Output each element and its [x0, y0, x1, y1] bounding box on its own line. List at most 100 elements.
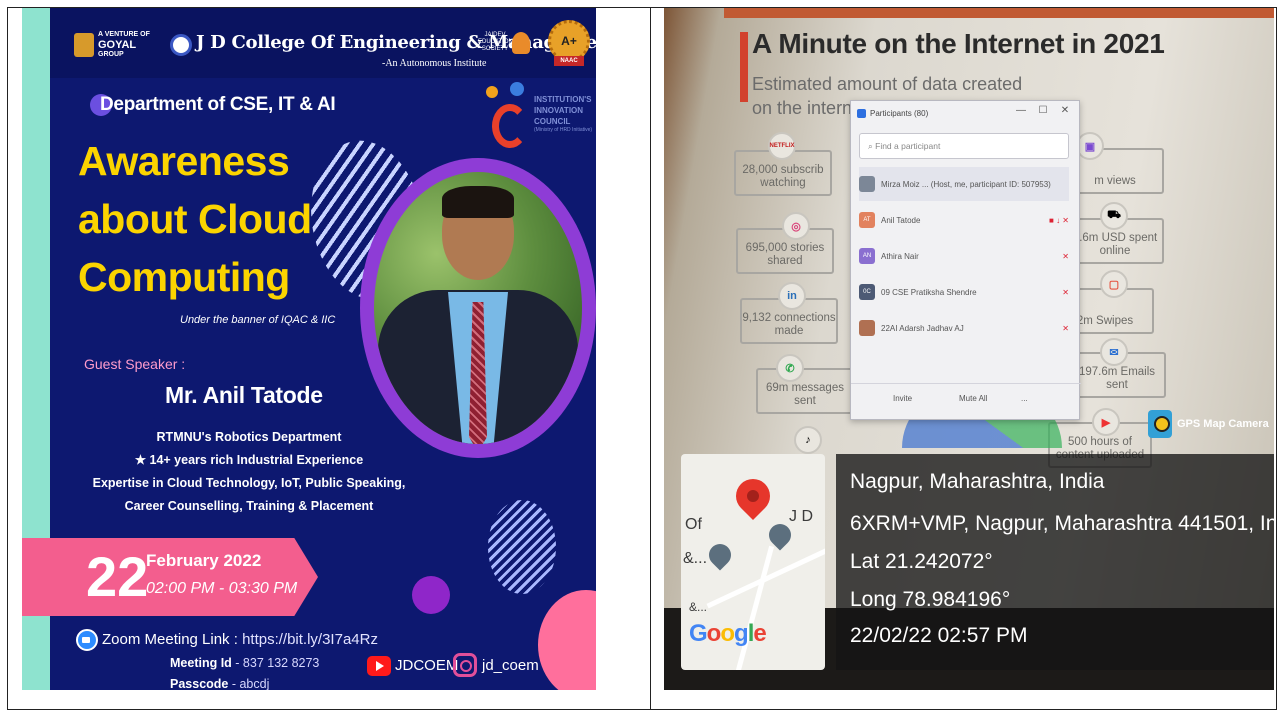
group-venture: A VENTURE OF [98, 31, 150, 38]
iic-logo-icon [484, 82, 530, 152]
meeting-id-label: Meeting Id [170, 656, 232, 670]
messenger-icon: ✆ [776, 354, 804, 382]
guest-speaker-label: Guest Speaker : [84, 356, 186, 372]
geotagged-screen-photo: A Minute on the Internet in 2021 Estimat… [664, 8, 1274, 690]
participant-status: ✕ [1062, 287, 1069, 297]
participant-name: 22AI Adarsh Jadhav AJ [881, 323, 964, 333]
gps-camera-icon [1148, 410, 1172, 438]
naac-badge: A+ NAAC [548, 20, 590, 72]
event-title: Awareness about Cloud Computing [78, 138, 312, 300]
stat-text: 1.6m USD spent online [1072, 232, 1158, 257]
goyal-group-logo: A VENTURE OF GOYAL GROUP [74, 28, 164, 62]
window-title: Participants (80) [870, 108, 929, 118]
info-line: ★ 14+ years rich Industrial Experience [134, 453, 364, 467]
slide-subtitle: Estimated amount of data created [752, 74, 1023, 94]
participant-row[interactable]: AT Anil Tatode ■ ↓ ✕ [859, 203, 1069, 237]
close-icon[interactable]: ✕ [1057, 105, 1073, 116]
map-label: J D [789, 508, 813, 525]
map-label: Of [685, 516, 702, 533]
participant-row[interactable]: 0C 09 CSE Pratiksha Shendre ✕ [859, 275, 1069, 309]
stat-text: 2m Swipes [1076, 315, 1134, 327]
participant-name: Anil Tatode [881, 215, 921, 225]
striped-circle-small-decoration [488, 500, 556, 594]
instagram-handle: jd_coem [482, 657, 539, 674]
info-line: Expertise in Cloud Technology, IoT, Publ… [92, 476, 406, 490]
maximize-icon[interactable]: ☐ [1035, 105, 1051, 116]
society-name: JAIDEV EDUCATION SOCIETY [478, 32, 513, 52]
slide-accent-bar [740, 32, 748, 102]
participant-row[interactable]: 22AI Adarsh Jadhav AJ ✕ [859, 311, 1069, 345]
instagram-icon [453, 653, 477, 677]
participant-name: Mirza Moiz ... (Host, me, participant ID… [881, 179, 1051, 189]
location-map: Of &... &... J D Google [681, 454, 825, 670]
passcode-value: - abcdj [228, 677, 270, 690]
youtube-icon [367, 656, 391, 676]
participant-status: ✕ [1062, 251, 1069, 261]
cell-divider [650, 7, 651, 710]
avatar: AN [859, 248, 875, 264]
more-button[interactable]: ... [1021, 394, 1028, 403]
speaker-info: RTMNU's Robotics Department ★ 14+ years … [84, 426, 414, 518]
tinder-icon: ▢ [1100, 270, 1128, 298]
department-label: Department of CSE, IT & AI [100, 94, 336, 115]
mute-all-button[interactable]: Mute All [959, 394, 987, 403]
map-label: &... [689, 600, 708, 614]
avatar [859, 176, 875, 192]
participant-name: Athira Nair [881, 251, 919, 261]
group-name: GOYAL [98, 39, 137, 51]
mail-icon: ✉ [1100, 338, 1128, 366]
goyal-text: A VENTURE OF GOYAL GROUP [98, 31, 150, 59]
linkedin-icon: in [778, 282, 806, 310]
stat-text: 695,000 stories shared [745, 242, 825, 267]
capture-datetime: 22/02/22 02:57 PM [850, 624, 1028, 647]
location-city: Nagpur, Maharashtra, India [850, 470, 1105, 493]
speaker-name: Mr. Anil Tatode [165, 382, 323, 408]
window-footer: Invite Mute All ... [851, 383, 1081, 419]
screen-top-edge [724, 8, 1274, 18]
cart-icon: ⛟ [1100, 202, 1128, 230]
participant-row[interactable]: AN Athira Nair ✕ [859, 239, 1069, 273]
twitch-icon: ▣ [1076, 132, 1104, 160]
passcode: Passcode - abcdj [170, 677, 269, 690]
stat-text: 9,132 connections made [742, 312, 836, 337]
zoom-url-link[interactable]: https://bit.ly/3I7a4Rz [242, 631, 378, 648]
avatar: 0C [859, 284, 875, 300]
iic-sub: (Ministry of HRD Initiative) [534, 127, 593, 133]
location-address: 6XRM+VMP, Nagpur, Maharashtra 441501, In… [850, 512, 1274, 535]
date-band [22, 538, 318, 616]
banner-line: Under the banner of IQAC & IIC [180, 314, 336, 326]
participant-name: 09 CSE Pratiksha Shendre [881, 287, 977, 297]
participant-row[interactable]: Mirza Moiz ... (Host, me, participant ID… [859, 167, 1069, 201]
invite-button[interactable]: Invite [893, 394, 912, 403]
gps-camera-label: GPS Map Camera [1177, 418, 1269, 430]
date-time: 02:00 PM - 03:30 PM [146, 580, 298, 597]
society-emblem-icon [512, 32, 530, 54]
map-road [732, 545, 775, 670]
instagram-icon: ◎ [782, 212, 810, 240]
info-line: Career Counselling, Training & Placement [124, 499, 374, 513]
avatar: AT [859, 212, 875, 228]
group-tag: GROUP [98, 51, 124, 58]
participant-status: ■ ↓ ✕ [1049, 215, 1069, 225]
tiktok-icon: ♪ [794, 426, 822, 454]
map-label: &... [683, 550, 708, 567]
minimize-icon[interactable]: — [1013, 105, 1029, 116]
speaker-photo [374, 172, 582, 444]
meeting-id: Meeting Id - 837 132 8273 [170, 656, 319, 670]
participant-status: ✕ [1062, 323, 1069, 333]
meeting-id-value: - 837 132 8273 [231, 656, 320, 670]
zoom-label: Zoom Meeting Link : [102, 631, 243, 648]
location-pin-icon [728, 471, 778, 521]
gps-camera-badge: GPS Map Camera [1148, 410, 1269, 438]
date-day: 22 [86, 545, 149, 608]
college-name: J D College Of Engineering & Management [196, 32, 596, 53]
college-seal-icon [170, 34, 192, 56]
netflix-icon: NETFLIX [768, 132, 796, 160]
stat-icon-label: in [787, 290, 797, 302]
zoom-icon [76, 629, 98, 651]
pink-blob-decoration [538, 590, 596, 690]
stat-text: 69m messages sent [766, 382, 844, 407]
participant-search-input[interactable]: ⌕ Find a participant [859, 133, 1069, 159]
college-subtitle: -An Autonomous Institute [382, 58, 487, 69]
participants-window: Participants (80) — ☐ ✕ ⌕ Find a partici… [850, 100, 1081, 420]
